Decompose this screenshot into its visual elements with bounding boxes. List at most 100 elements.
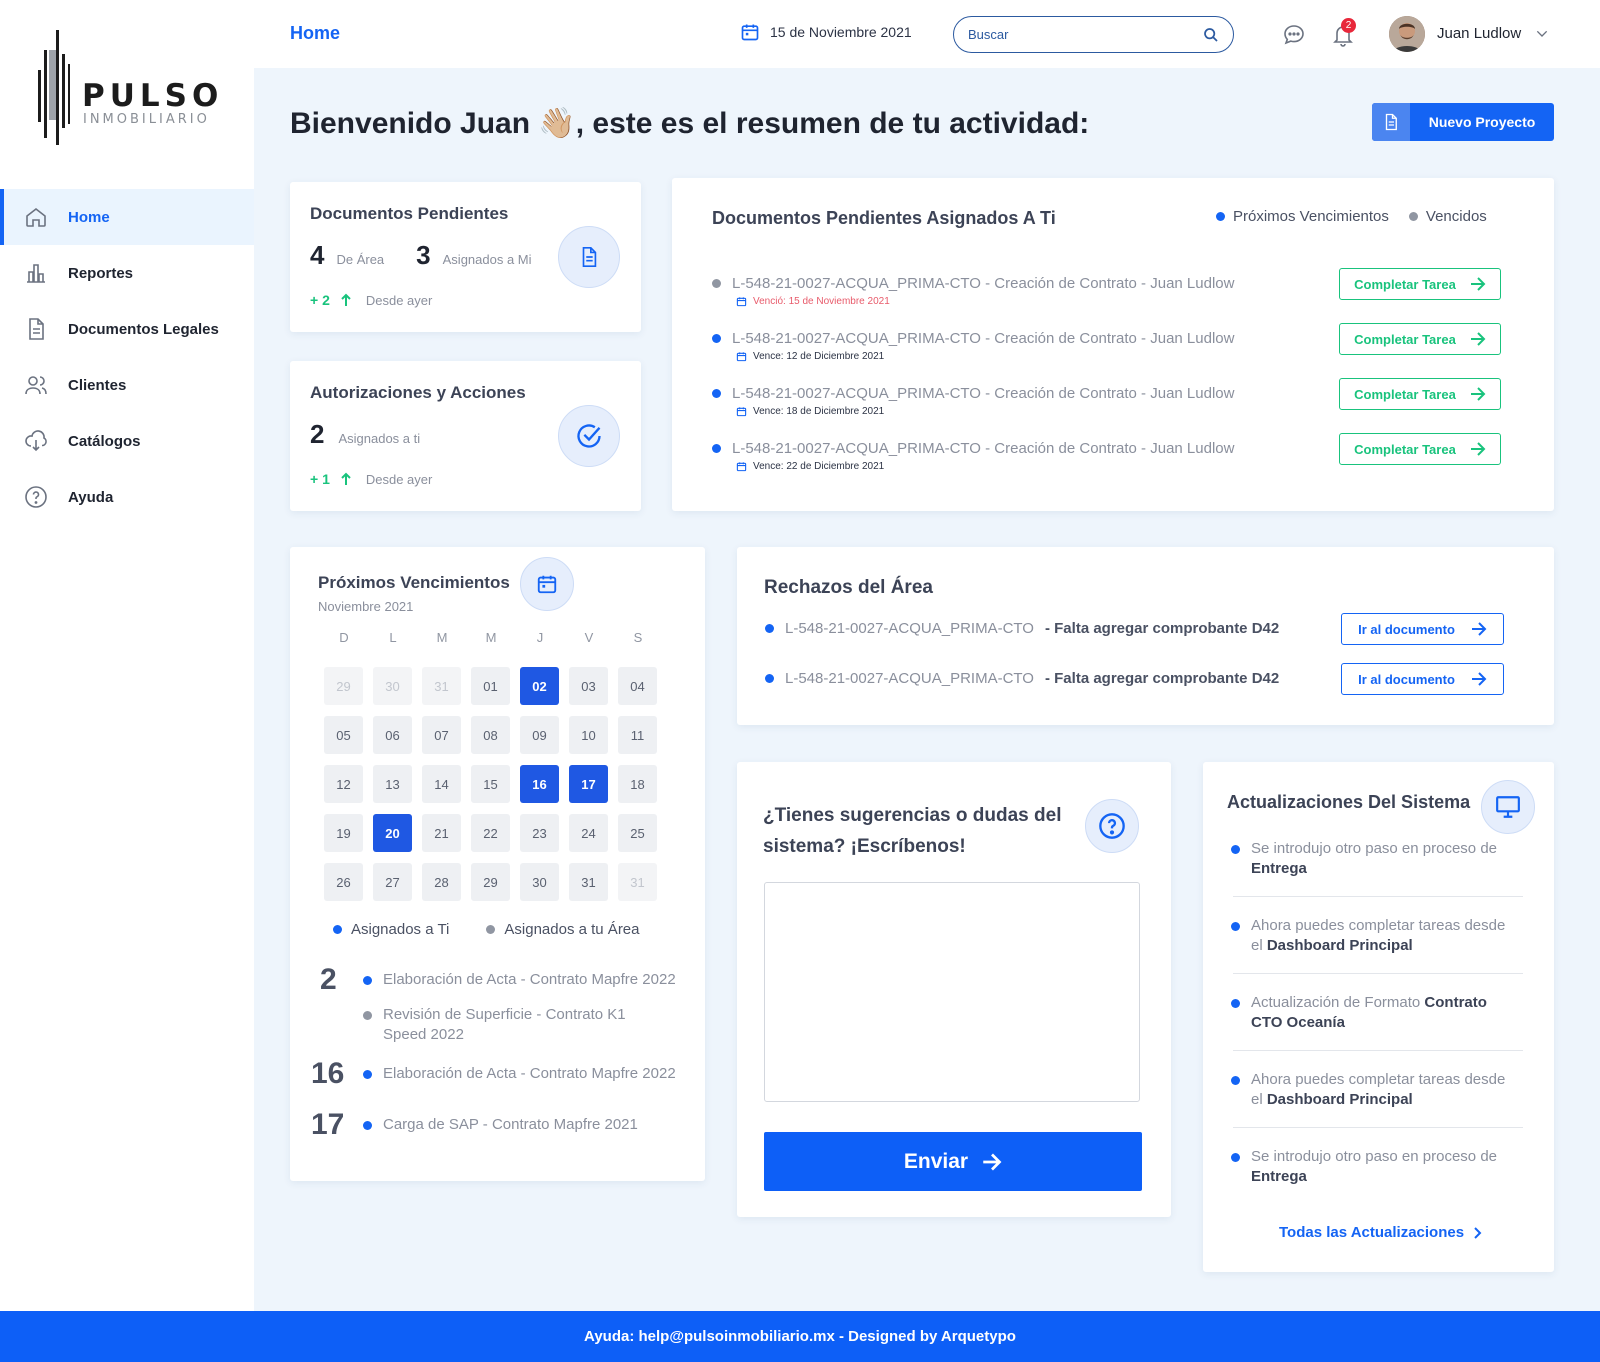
rejection-dot bbox=[765, 624, 774, 633]
calendar-day[interactable]: 18 bbox=[618, 765, 657, 803]
new-project-button[interactable]: Nuevo Proyecto bbox=[1372, 103, 1554, 141]
update-item: Ahora puedes completar tareas desde el D… bbox=[1231, 1070, 1521, 1110]
sidebar-item-label: Ayuda bbox=[68, 488, 114, 506]
complete-task-button[interactable]: Completar Tarea bbox=[1339, 323, 1501, 355]
footer-text[interactable]: Ayuda: help@pulsoinmobiliario.mx - Desig… bbox=[584, 1328, 1016, 1345]
calendar-day[interactable]: 05 bbox=[324, 716, 363, 754]
sidebar-item-ayuda[interactable]: Ayuda bbox=[0, 469, 254, 525]
update-text: Actualización de Formato Contrato CTO Oc… bbox=[1251, 993, 1521, 1033]
calendar-day[interactable]: 20 bbox=[373, 814, 412, 852]
calendar-day[interactable]: 12 bbox=[324, 765, 363, 803]
task-text-wrap: L-548-21-0027-ACQUA_PRIMA-CTO - Creación… bbox=[712, 385, 1234, 402]
calendar-day[interactable]: 03 bbox=[569, 667, 608, 705]
arrow-right-icon bbox=[1471, 672, 1487, 686]
complete-task-button[interactable]: Completar Tarea bbox=[1339, 378, 1501, 410]
calendar-icon-circle bbox=[520, 557, 574, 611]
rejection-code: L-548-21-0027-ACQUA_PRIMA-CTO bbox=[785, 670, 1034, 687]
calendar-day[interactable]: 21 bbox=[422, 814, 461, 852]
event-day: 17 bbox=[311, 1108, 345, 1141]
help-icon-circle bbox=[1085, 799, 1139, 853]
auth-stats: 2 Asignados a ti bbox=[310, 419, 420, 450]
go-to-document-button[interactable]: Ir al documento bbox=[1341, 663, 1504, 695]
calendar-month: Noviembre 2021 bbox=[318, 599, 414, 614]
complete-task-button[interactable]: Completar Tarea bbox=[1339, 268, 1501, 300]
calendar-day[interactable]: 14 bbox=[422, 765, 461, 803]
area-label: De Área bbox=[336, 252, 385, 267]
rejection-item: L-548-21-0027-ACQUA_PRIMA-CTO - Falta ag… bbox=[765, 620, 1279, 637]
calendar-day[interactable]: 19 bbox=[324, 814, 363, 852]
all-updates-link[interactable]: Todas las Actualizaciones bbox=[1279, 1224, 1482, 1241]
calendar-day[interactable]: 30 bbox=[520, 863, 559, 901]
event-item[interactable]: Revisión de Superficie - Contrato K1 Spe… bbox=[363, 1005, 633, 1045]
calendar-day[interactable]: 31 bbox=[422, 667, 461, 705]
calendar-day[interactable]: 07 bbox=[422, 716, 461, 754]
rejection-reason: - Falta agregar comprobante D42 bbox=[1044, 620, 1280, 637]
calendar-day[interactable]: 10 bbox=[569, 716, 608, 754]
sidebar-item-catalogos[interactable]: Catálogos bbox=[0, 413, 254, 469]
brand-logo[interactable]: PULSO INMOBILIARIO bbox=[34, 30, 224, 145]
calendar-day[interactable]: 31 bbox=[569, 863, 608, 901]
calendar-day[interactable]: 31 bbox=[618, 863, 657, 901]
event-item[interactable]: Elaboración de Acta - Contrato Mapfre 20… bbox=[363, 970, 683, 990]
legend-area: Asignados a tu Área bbox=[504, 921, 640, 938]
calendar-day[interactable]: 15 bbox=[471, 765, 510, 803]
search-input[interactable] bbox=[968, 27, 1203, 42]
calendar-day[interactable]: 23 bbox=[520, 814, 559, 852]
calendar-day[interactable]: 25 bbox=[618, 814, 657, 852]
avatar[interactable] bbox=[1389, 16, 1425, 52]
task-text[interactable]: L-548-21-0027-ACQUA_PRIMA-CTO - Creación… bbox=[732, 330, 1234, 347]
calendar-day[interactable]: 30 bbox=[373, 667, 412, 705]
update-text: Ahora puedes completar tareas desde el D… bbox=[1251, 1070, 1521, 1110]
chat-icon[interactable] bbox=[1282, 23, 1306, 47]
arrow-right-icon bbox=[983, 1153, 1002, 1170]
calendar-day[interactable]: 24 bbox=[569, 814, 608, 852]
area-count: 4 bbox=[310, 240, 325, 270]
calendar-day[interactable]: 04 bbox=[618, 667, 657, 705]
calendar-day[interactable]: 01 bbox=[471, 667, 510, 705]
calendar-day[interactable]: 02 bbox=[520, 667, 559, 705]
button-label: Completar Tarea bbox=[1354, 386, 1456, 402]
sidebar-item-documentos-legales[interactable]: Documentos Legales bbox=[0, 301, 254, 357]
calendar-day[interactable]: 29 bbox=[471, 863, 510, 901]
calendar-icon bbox=[736, 297, 747, 307]
event-item[interactable]: Elaboración de Acta - Contrato Mapfre 20… bbox=[363, 1064, 693, 1084]
user-name[interactable]: Juan Ludlow bbox=[1437, 25, 1521, 42]
document-icon bbox=[582, 247, 597, 267]
calendar-day[interactable]: 17 bbox=[569, 765, 608, 803]
calendar-day[interactable]: 28 bbox=[422, 863, 461, 901]
sidebar-item-clientes[interactable]: Clientes bbox=[0, 357, 254, 413]
calendar-day[interactable]: 09 bbox=[520, 716, 559, 754]
update-text-bold: Entrega bbox=[1251, 860, 1307, 877]
search-box bbox=[953, 16, 1234, 53]
calendar-day[interactable]: 06 bbox=[373, 716, 412, 754]
legend-mine: Asignados a Ti bbox=[351, 921, 450, 938]
calendar-day[interactable]: 11 bbox=[618, 716, 657, 754]
calendar-day[interactable]: 22 bbox=[471, 814, 510, 852]
calendar-day[interactable]: 27 bbox=[373, 863, 412, 901]
calendar-day[interactable]: 16 bbox=[520, 765, 559, 803]
calendar-day[interactable]: 29 bbox=[324, 667, 363, 705]
sidebar-item-label: Clientes bbox=[68, 376, 127, 394]
chevron-down-icon[interactable] bbox=[1534, 26, 1550, 42]
weekday-label: D bbox=[339, 630, 349, 645]
send-button[interactable]: Enviar bbox=[764, 1132, 1142, 1191]
complete-task-button[interactable]: Completar Tarea bbox=[1339, 433, 1501, 465]
page-title: Home bbox=[290, 23, 341, 43]
sidebar-item-reportes[interactable]: Reportes bbox=[0, 245, 254, 301]
calendar-day[interactable]: 26 bbox=[324, 863, 363, 901]
calendar-day[interactable]: 08 bbox=[471, 716, 510, 754]
search-icon[interactable] bbox=[1203, 27, 1219, 43]
legend-dot-mine bbox=[333, 925, 342, 934]
send-label: Enviar bbox=[903, 1149, 969, 1173]
task-text[interactable]: L-548-21-0027-ACQUA_PRIMA-CTO - Creación… bbox=[732, 385, 1234, 402]
task-text[interactable]: L-548-21-0027-ACQUA_PRIMA-CTO - Creación… bbox=[732, 440, 1234, 457]
calendar-day[interactable]: 13 bbox=[373, 765, 412, 803]
sidebar-item-home[interactable]: Home bbox=[0, 189, 254, 245]
auth-icon-circle bbox=[558, 405, 620, 467]
event-item[interactable]: Carga de SAP - Contrato Mapfre 2021 bbox=[363, 1115, 683, 1135]
feedback-textarea[interactable] bbox=[764, 882, 1140, 1102]
card-title: Documentos Pendientes bbox=[310, 204, 509, 223]
event-text: Elaboración de Acta - Contrato Mapfre 20… bbox=[383, 971, 676, 988]
task-text[interactable]: L-548-21-0027-ACQUA_PRIMA-CTO - Creación… bbox=[732, 275, 1234, 292]
go-to-document-button[interactable]: Ir al documento bbox=[1341, 613, 1504, 645]
